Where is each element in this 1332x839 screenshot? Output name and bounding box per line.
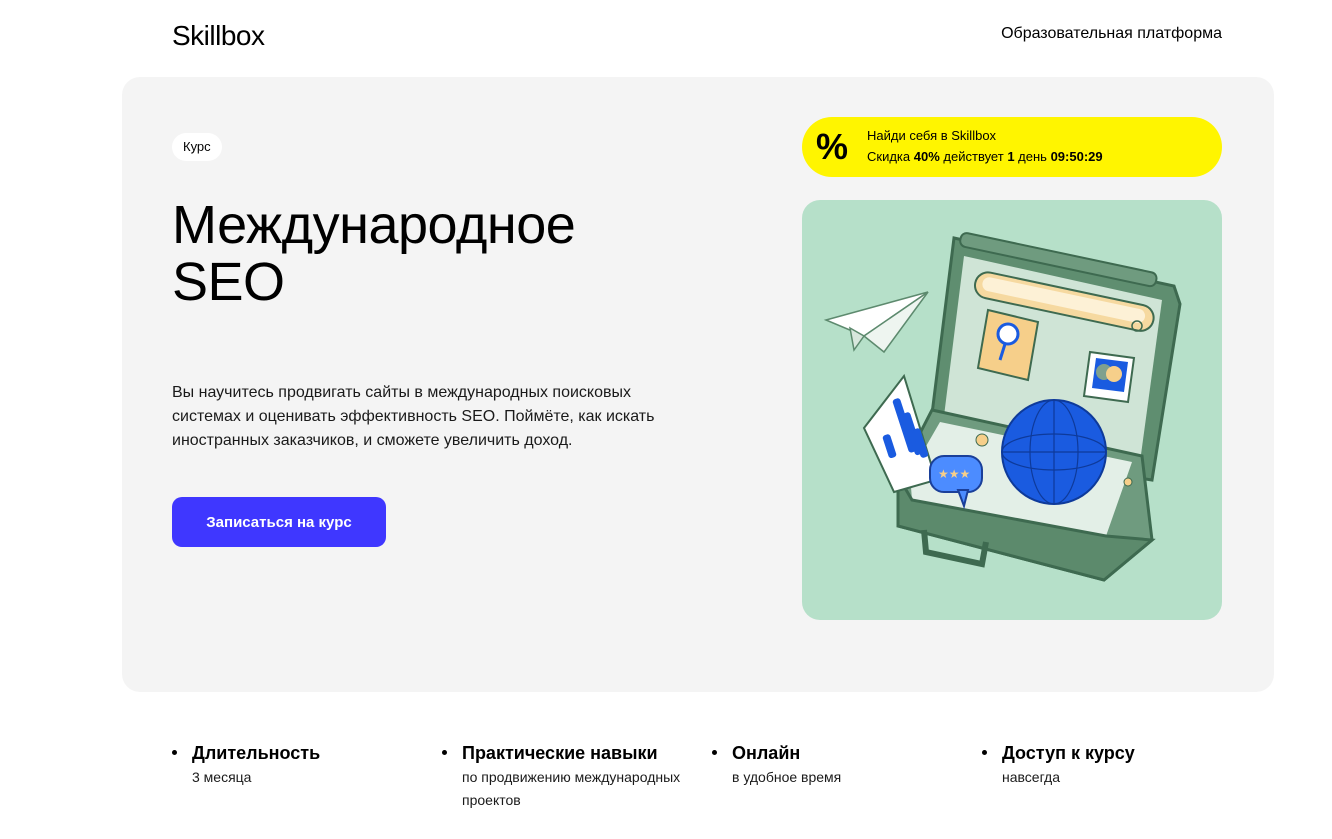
enroll-button[interactable]: Записаться на курс [172, 497, 386, 547]
promo-days: 1 [1007, 149, 1015, 164]
feature-subtitle: навсегда [1002, 769, 1061, 785]
feature-title: Длительность [192, 743, 321, 763]
promo-timer: 09:50:29 [1050, 149, 1103, 164]
bullet-icon [712, 750, 717, 755]
promo-title: Найди себя в Skillbox [867, 128, 997, 143]
promo-discount: 40% [913, 149, 940, 164]
discount-banner[interactable]: % Найди себя в Skillbox Скидка 40% дейст… [802, 117, 1222, 177]
feature-subtitle: в удобное время [732, 769, 842, 785]
hero-section: Курс Международное SEO Вы научитесь прод… [122, 77, 1274, 692]
bullet-icon [172, 750, 177, 755]
svg-text:★★★: ★★★ [938, 467, 970, 481]
page-title: Международное SEO [172, 195, 576, 312]
briefcase-seo-illustration: ★★★ [802, 200, 1222, 620]
bullet-icon [982, 750, 987, 755]
title-line-1: Международное [172, 195, 576, 255]
title-line-2: SEO [172, 252, 285, 312]
feature-title: Доступ к курсу [1002, 743, 1135, 763]
platform-link[interactable]: Образовательная платформа [1001, 24, 1222, 44]
course-features: Длительность 3 месяца Практические навык… [172, 742, 1272, 832]
promo-prefix: Скидка [867, 149, 911, 164]
promo-middle: действует [943, 149, 1004, 164]
course-tag: Курс [172, 133, 222, 161]
illustration-svg: ★★★ [823, 232, 1182, 582]
feature-subtitle: 3 месяца [192, 769, 252, 785]
promo-countdown: Скидка 40% действует 1 день 09:50:29 [867, 149, 1103, 165]
feature-title: Практические навыки [462, 743, 658, 763]
skillbox-logo[interactable]: Skillbox [172, 20, 265, 52]
feature-subtitle: по продвижению международных проектов [462, 769, 681, 808]
percent-icon: % [816, 126, 849, 167]
bullet-icon [442, 750, 447, 755]
promo-days-word: день [1018, 149, 1047, 164]
course-description: Вы научитесь продвигать сайты в междунар… [172, 384, 655, 449]
feature-title: Онлайн [732, 743, 801, 763]
